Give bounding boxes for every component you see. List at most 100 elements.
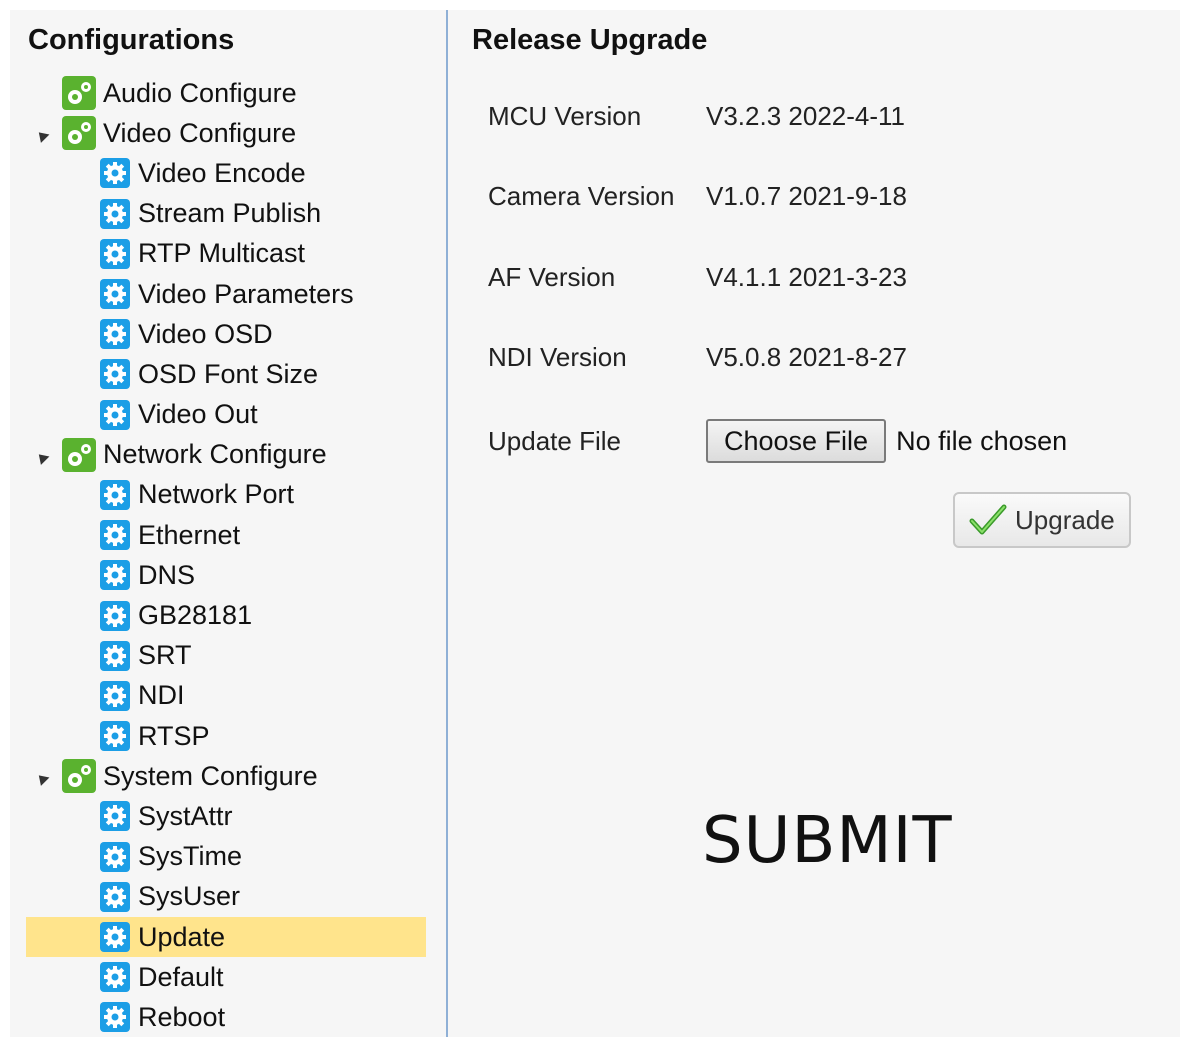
tree-group-label: System Configure xyxy=(103,760,318,791)
upgrade-label: Upgrade xyxy=(1015,504,1115,535)
gear-icon xyxy=(100,359,130,390)
tree-item-ndi[interactable]: NDI xyxy=(26,676,426,716)
gears-icon xyxy=(62,437,96,472)
gear-icon xyxy=(100,158,130,189)
tree-item-label: Video OSD xyxy=(138,318,273,349)
tree-item-label: Video Encode xyxy=(138,157,306,188)
update-file-label: Update File xyxy=(488,425,621,456)
tree-item-label: Ethernet xyxy=(138,519,241,550)
tree-item-label: RTSP xyxy=(138,720,210,751)
tree-item-label: Reboot xyxy=(138,1001,226,1032)
tree-item-srt[interactable]: SRT xyxy=(26,636,426,676)
version-row-mcu: MCU Version V3.2.3 2022-4-11 xyxy=(488,96,905,136)
tree-item-systattr[interactable]: SystAttr xyxy=(26,796,426,836)
update-file-row: Update File Choose File No file chosen xyxy=(488,417,1067,465)
tree-item-rtsp[interactable]: RTSP xyxy=(26,716,426,756)
gear-icon xyxy=(100,600,130,631)
tree-item-reboot[interactable]: Reboot xyxy=(26,997,426,1037)
tree-group-label: Video Configure xyxy=(103,117,297,148)
version-label: MCU Version xyxy=(488,100,642,131)
tree-item-label: NDI xyxy=(138,680,185,711)
tree-item-rtp-multicast[interactable]: RTP Multicast xyxy=(26,234,426,274)
collapse-arrow-icon[interactable] xyxy=(34,128,50,144)
gear-icon xyxy=(100,640,130,671)
tree-item-ethernet[interactable]: Ethernet xyxy=(26,515,426,555)
tree-item-label: OSD Font Size xyxy=(138,358,319,389)
gear-icon xyxy=(100,1002,130,1033)
tree-item-label: RTP Multicast xyxy=(138,238,306,269)
tree-item-update[interactable]: Update xyxy=(26,916,426,958)
gear-icon xyxy=(100,198,130,229)
file-status: No file chosen xyxy=(896,425,1068,456)
main-panel: Release Upgrade MCU Version V3.2.3 2022-… xyxy=(448,10,1180,1037)
tree-item-default[interactable]: Default xyxy=(26,957,426,997)
gears-icon xyxy=(62,759,96,794)
sidebar-title: Configurations xyxy=(28,24,235,56)
gear-icon xyxy=(100,962,130,993)
gears-icon xyxy=(62,76,96,111)
submit-button[interactable]: SUBMIT xyxy=(702,804,953,878)
tree-item-label: Video Out xyxy=(138,399,258,430)
tree-item-label: SRT xyxy=(138,640,192,671)
tree-item-label: GB28181 xyxy=(138,600,253,631)
page-title: Release Upgrade xyxy=(472,24,708,56)
gear-icon xyxy=(100,922,130,953)
gear-icon xyxy=(100,881,130,912)
tree-item-label: Network Port xyxy=(138,479,295,510)
tree-item-label: DNS xyxy=(138,559,196,590)
gear-icon xyxy=(100,399,130,430)
tree-item-label: Default xyxy=(138,961,224,992)
gear-icon xyxy=(100,560,130,591)
config-tree: Audio Configure Video Configure Video Enco… xyxy=(26,73,426,1038)
version-row-af: AF Version V4.1.1 2021-3-23 xyxy=(488,257,907,297)
upgrade-button[interactable]: Upgrade xyxy=(953,492,1131,548)
version-row-camera: Camera Version V1.0.7 2021-9-18 xyxy=(488,176,907,216)
version-label: Camera Version xyxy=(488,180,675,211)
checkmark-icon xyxy=(969,504,1007,535)
gear-icon xyxy=(100,279,130,310)
gears-icon xyxy=(62,116,96,151)
tree-item-dns[interactable]: DNS xyxy=(26,555,426,595)
version-label: AF Version xyxy=(488,261,616,292)
version-value: V3.2.3 2022-4-11 xyxy=(706,100,905,131)
collapse-arrow-icon[interactable] xyxy=(34,449,50,465)
tree-item-video-osd[interactable]: Video OSD xyxy=(26,314,426,354)
tree-group-system-configure[interactable]: System Configure xyxy=(26,756,426,796)
sidebar: Configurations Audio Configure Video Conf… xyxy=(10,10,447,1037)
tree-group-network-configure[interactable]: Network Configure xyxy=(26,435,426,475)
tree-item-systime[interactable]: SysTime xyxy=(26,837,426,877)
version-value: V4.1.1 2021-3-23 xyxy=(706,261,907,292)
tree-item-sysuser[interactable]: SysUser xyxy=(26,877,426,917)
tree-item-video-parameters[interactable]: Video Parameters xyxy=(26,274,426,314)
tree-item-stream-publish[interactable]: Stream Publish xyxy=(26,194,426,234)
gear-icon xyxy=(100,721,130,752)
tree-item-label: SystAttr xyxy=(138,800,233,831)
tree-group-label: Audio Configure xyxy=(103,77,297,108)
collapse-arrow-icon[interactable] xyxy=(34,771,50,787)
version-row-ndi: NDI Version V5.0.8 2021-8-27 xyxy=(488,337,907,377)
gear-icon xyxy=(100,680,130,711)
gear-icon xyxy=(100,801,130,832)
tree-item-network-port[interactable]: Network Port xyxy=(26,475,426,515)
tree-item-video-encode[interactable]: Video Encode xyxy=(26,153,426,193)
tree-item-osd-font-size[interactable]: OSD Font Size xyxy=(26,354,426,394)
version-label: NDI Version xyxy=(488,341,627,372)
tree-item-gb28181[interactable]: GB28181 xyxy=(26,595,426,635)
gear-icon xyxy=(100,319,130,350)
gear-icon xyxy=(100,238,130,269)
tree-item-label: Update xyxy=(138,921,226,952)
tree-group-video-configure[interactable]: Video Configure xyxy=(26,113,426,153)
tree-item-video-out[interactable]: Video Out xyxy=(26,395,426,435)
gear-icon xyxy=(100,479,130,510)
tree-group-audio-configure[interactable]: Audio Configure xyxy=(26,73,426,113)
tree-item-label: Video Parameters xyxy=(138,278,354,309)
version-value: V5.0.8 2021-8-27 xyxy=(706,341,907,372)
choose-file-button[interactable]: Choose File xyxy=(706,419,887,463)
version-value: V1.0.7 2021-9-18 xyxy=(706,180,907,211)
tree-item-label: Stream Publish xyxy=(138,198,322,229)
tree-group-label: Network Configure xyxy=(103,439,327,470)
gear-icon xyxy=(100,841,130,872)
gear-icon xyxy=(100,520,130,551)
tree-item-label: SysUser xyxy=(138,881,241,912)
tree-item-label: SysTime xyxy=(138,841,243,872)
